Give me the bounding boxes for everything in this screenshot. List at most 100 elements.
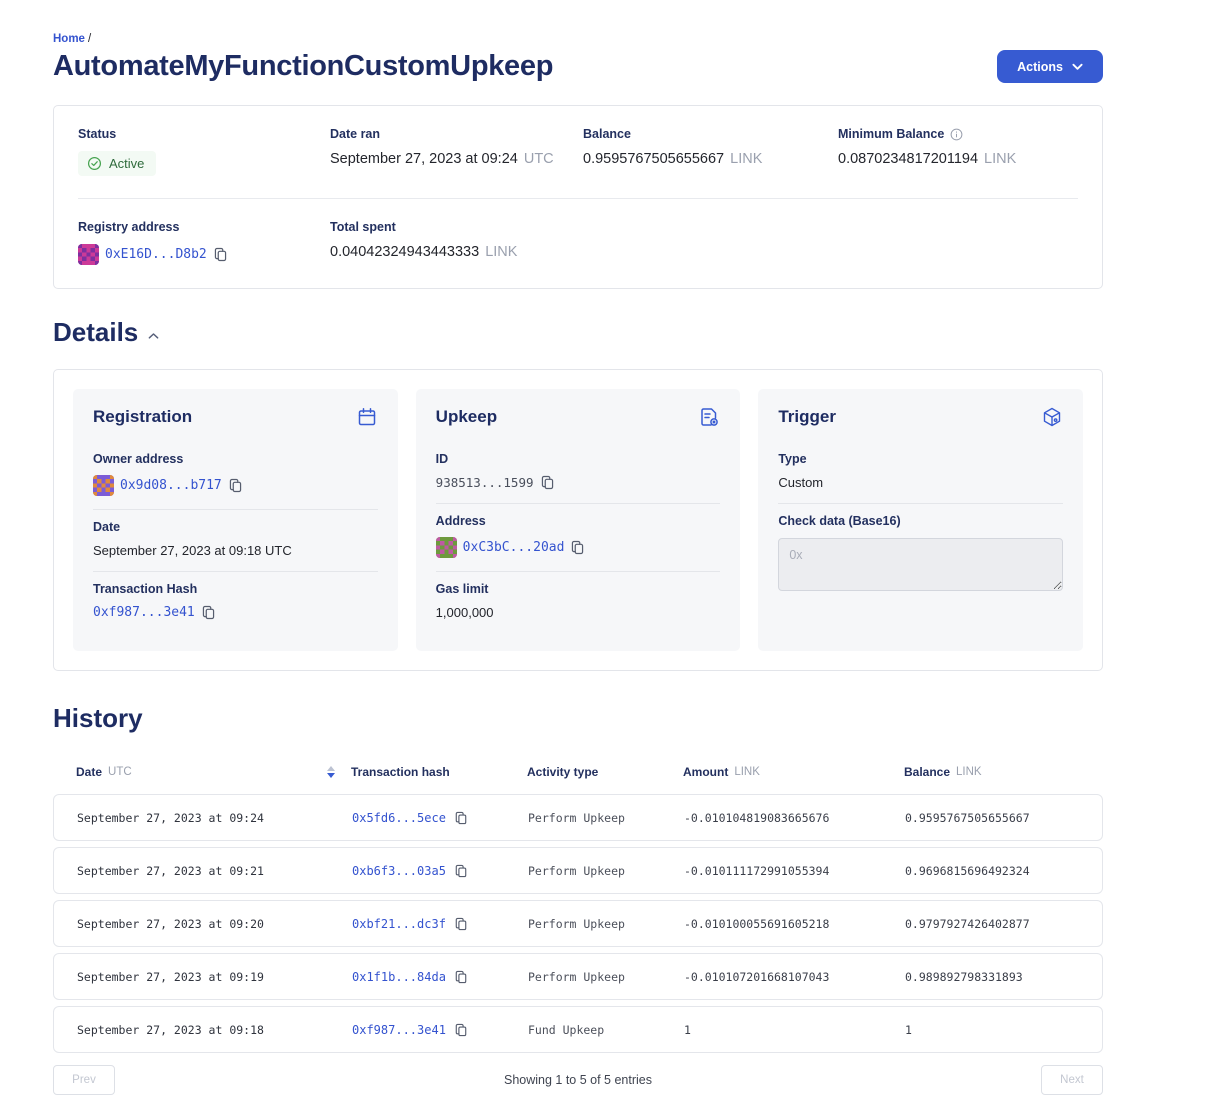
cube-icon xyxy=(1041,406,1063,428)
row-date: September 27, 2023 at 09:21 xyxy=(77,864,352,878)
date-ran-suffix: UTC xyxy=(524,151,554,167)
actions-button-label: Actions xyxy=(1017,60,1063,74)
row-amount: 1 xyxy=(684,1023,905,1037)
row-date: September 27, 2023 at 09:20 xyxy=(77,917,352,931)
total-spent-suffix: LINK xyxy=(485,244,517,260)
copy-icon xyxy=(454,864,468,878)
copy-icon xyxy=(540,475,555,490)
registration-tx-field: Transaction Hash 0xf987...3e41 xyxy=(93,571,378,633)
row-balance: 1 xyxy=(905,1023,1079,1037)
registry-identicon xyxy=(78,244,99,265)
row-activity: Perform Upkeep xyxy=(528,917,684,931)
copy-icon xyxy=(454,917,468,931)
copy-icon xyxy=(570,540,585,555)
actions-button[interactable]: Actions xyxy=(997,50,1103,83)
registration-date-value: September 27, 2023 at 09:18 UTC xyxy=(93,543,292,558)
sort-desc-icon xyxy=(327,773,335,778)
chevron-down-icon xyxy=(1072,63,1083,71)
row-balance: 0.9696815696492324 xyxy=(905,864,1079,878)
sort-asc-icon xyxy=(327,766,335,771)
date-ran-field: Date ran September 27, 2023 at 09:24 UTC xyxy=(330,127,583,176)
copy-icon xyxy=(454,970,468,984)
min-balance-field: Minimum Balance 0.0870234817201194 LINK xyxy=(838,127,1078,176)
registry-address-link[interactable]: 0xE16D...D8b2 xyxy=(105,247,207,262)
trigger-type-field: Type Custom xyxy=(778,442,1063,503)
copy-icon xyxy=(228,478,243,493)
row-date: September 27, 2023 at 09:24 xyxy=(77,811,352,825)
row-tx-link[interactable]: 0xbf21...dc3f xyxy=(352,917,446,931)
status-label: Status xyxy=(78,127,330,141)
row-activity: Fund Upkeep xyxy=(528,1023,684,1037)
column-date-label: Date xyxy=(76,765,102,779)
info-icon[interactable] xyxy=(950,128,963,141)
min-balance-suffix: LINK xyxy=(984,151,1016,167)
details-panel: Registration Owner address xyxy=(53,369,1103,671)
table-row: September 27, 2023 at 09:24 0x5fd6...5ec… xyxy=(53,794,1103,841)
registration-date-field: Date September 27, 2023 at 09:18 UTC xyxy=(93,509,378,571)
calendar-icon xyxy=(356,406,378,428)
file-gear-icon xyxy=(698,406,720,428)
status-field: Status Active xyxy=(78,127,330,176)
upkeep-address-field: Address xyxy=(436,503,721,571)
row-activity: Perform Upkeep xyxy=(528,811,684,825)
pagination-summary: Showing 1 to 5 of 5 entries xyxy=(504,1073,652,1087)
copy-upkeep-id-button[interactable] xyxy=(540,475,555,490)
copy-tx-button[interactable] xyxy=(454,811,468,825)
owner-address-link[interactable]: 0x9d08...b717 xyxy=(120,478,222,493)
copy-icon xyxy=(201,605,216,620)
trigger-card: Trigger Type Custom Check data (Base16) xyxy=(758,389,1083,651)
copy-tx-button[interactable] xyxy=(454,864,468,878)
copy-icon xyxy=(213,247,228,262)
prev-button[interactable]: Prev xyxy=(53,1065,115,1095)
column-balance-label: Balance xyxy=(904,765,950,779)
total-spent-label: Total spent xyxy=(330,220,583,234)
history-section-head: History xyxy=(53,703,1103,734)
row-tx-link[interactable]: 0xb6f3...03a5 xyxy=(352,864,446,878)
balance-label: Balance xyxy=(583,127,838,141)
row-tx-link[interactable]: 0x5fd6...5ece xyxy=(352,811,446,825)
date-ran-label: Date ran xyxy=(330,127,583,141)
page-title: AutomateMyFunctionCustomUpkeep xyxy=(53,50,553,83)
min-balance-label: Minimum Balance xyxy=(838,127,944,141)
upkeep-address-link[interactable]: 0xC3bC...20ad xyxy=(463,540,565,555)
breadcrumb-home-link[interactable]: Home xyxy=(53,33,85,45)
column-transaction-hash: Transaction hash xyxy=(351,765,527,779)
row-activity: Perform Upkeep xyxy=(528,970,684,984)
upkeep-id-label: ID xyxy=(436,452,721,466)
row-tx-link[interactable]: 0xf987...3e41 xyxy=(352,1023,446,1037)
row-tx-link[interactable]: 0x1f1b...84da xyxy=(352,970,446,984)
registration-title: Registration xyxy=(93,407,192,427)
check-data-input[interactable] xyxy=(778,538,1063,591)
registration-date-label: Date xyxy=(93,520,378,534)
copy-upkeep-address-button[interactable] xyxy=(570,540,585,555)
column-amount: Amount LINK xyxy=(683,765,904,779)
table-row: September 27, 2023 at 09:21 0xb6f3...03a… xyxy=(53,847,1103,894)
history-heading: History xyxy=(53,703,143,734)
details-heading: Details xyxy=(53,317,138,348)
registration-card: Registration Owner address xyxy=(73,389,398,651)
next-button[interactable]: Next xyxy=(1041,1065,1103,1095)
date-sort-button[interactable] xyxy=(325,764,337,780)
copy-tx-button[interactable] xyxy=(454,917,468,931)
owner-identicon xyxy=(93,475,114,496)
total-spent-value: 0.04042324943443333 xyxy=(330,244,479,260)
copy-tx-button[interactable] xyxy=(454,1023,468,1037)
column-balance-suffix: LINK xyxy=(956,766,982,778)
copy-tx-button[interactable] xyxy=(454,970,468,984)
column-activity-type: Activity type xyxy=(527,765,683,779)
min-balance-value: 0.0870234817201194 xyxy=(838,151,978,167)
copy-icon xyxy=(454,1023,468,1037)
details-collapse-button[interactable] xyxy=(148,332,159,340)
copy-registration-tx-button[interactable] xyxy=(201,605,216,620)
status-card: Status Active Date ran September 27, 202… xyxy=(53,105,1103,289)
row-balance: 0.9797927426402877 xyxy=(905,917,1079,931)
copy-registry-address-button[interactable] xyxy=(213,247,228,262)
registration-tx-label: Transaction Hash xyxy=(93,582,378,596)
row-amount: -0.010107201668107043 xyxy=(684,970,905,984)
row-activity: Perform Upkeep xyxy=(528,864,684,878)
registration-tx-link[interactable]: 0xf987...3e41 xyxy=(93,605,195,620)
row-date: September 27, 2023 at 09:18 xyxy=(77,1023,352,1037)
upkeep-title: Upkeep xyxy=(436,407,497,427)
column-amount-label: Amount xyxy=(683,765,728,779)
copy-owner-address-button[interactable] xyxy=(228,478,243,493)
